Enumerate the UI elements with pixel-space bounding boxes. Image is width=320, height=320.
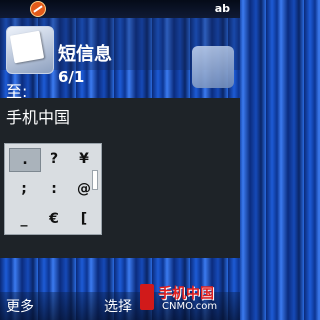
no-entry-icon — [30, 1, 46, 17]
logo-mark-icon — [140, 284, 154, 310]
symbol-key[interactable]: . — [9, 148, 41, 172]
input-mode-indicator: ab — [214, 2, 230, 15]
symbol-key[interactable]: : — [39, 178, 69, 200]
symbol-key[interactable]: ¥ — [69, 148, 99, 170]
symbol-key[interactable]: € — [39, 208, 69, 230]
more-softkey[interactable]: 更多 — [6, 296, 34, 316]
watermark-main-text: 手机中国 — [158, 286, 214, 302]
symbol-key[interactable]: [ — [69, 208, 99, 230]
select-softkey[interactable]: 选择 — [104, 296, 132, 316]
symbol-picker-scrollbar[interactable] — [92, 170, 98, 190]
watermark-sub-text: CNMO.com — [162, 301, 218, 312]
symbol-key[interactable]: ? — [39, 148, 69, 170]
watermark-logo: 手机中国 CNMO.com — [140, 282, 236, 316]
app-header: 短信息 6/1 — [0, 18, 240, 88]
symbol-key[interactable]: ; — [9, 178, 39, 200]
page-title: 短信息 — [58, 44, 112, 65]
status-bar: ab — [0, 0, 240, 18]
message-counter: 6/1 — [58, 68, 85, 86]
decorative-tile-icon — [192, 46, 234, 88]
symbol-key[interactable]: _ — [9, 208, 39, 230]
message-envelope-icon — [6, 26, 54, 74]
message-body[interactable]: 手机中国 — [6, 104, 70, 128]
symbol-picker[interactable]: . ? ¥ ; : @ _ € [ — [4, 143, 102, 235]
